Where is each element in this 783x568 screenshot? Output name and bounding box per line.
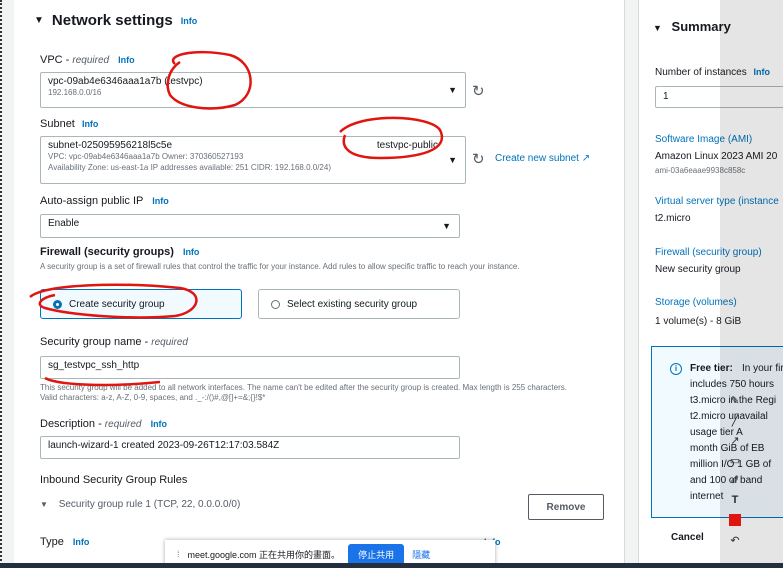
create-sg-label: Create security group [69,298,165,310]
info-icon: i [670,363,682,375]
refresh-icon[interactable]: ↻ [472,150,485,168]
info-link[interactable]: Info [183,247,200,257]
line-icon[interactable]: ╱ [727,412,743,428]
network-settings-panel: ▼ Network settings Info VPC - required I… [14,0,625,568]
vpc-label: VPC - required Info [40,54,135,66]
select-existing-security-group-option[interactable]: Select existing security group [258,289,460,319]
select-sg-label: Select existing security group [287,298,418,310]
instance-type-value: t2.micro [655,213,691,224]
type-label: Type Info [40,536,90,548]
description-input[interactable]: launch-wizard-1 created 2023-09-26T12:17… [40,436,460,459]
remove-button[interactable]: Remove [528,494,604,520]
radio-selected-icon [53,299,62,309]
sg-name-description: This security group will be added to all… [40,383,567,402]
vpc-value: vpc-09ab4e6346aaa1a7b (testvpc) [48,76,203,87]
description-label: Description - required Info [40,418,168,430]
pen-icon[interactable]: ✎ [727,392,743,408]
stop-sharing-button[interactable]: 停止共用 [348,543,405,565]
subnet-label: Subnet Info [40,118,99,130]
free-tier-line: internet [690,491,724,502]
section-header[interactable]: ▼ Network settings Info [34,12,197,29]
subnet-select[interactable]: subnet-025095956218l5c5e testvpc-public … [40,136,466,184]
taskbar-strip [0,563,783,568]
caret-down-icon: ▼ [653,23,662,33]
dotted-border [0,0,4,568]
dropdown-arrow-icon: ▼ [448,85,457,95]
highlighter-icon[interactable]: ✐ [727,472,743,488]
vpc-select[interactable]: vpc-09ab4e6346aaa1a7b (testvpc) 192.168.… [40,72,466,108]
external-link-icon: ↗ [581,153,591,164]
cancel-button[interactable]: Cancel [671,532,704,543]
info-link[interactable]: Info [73,537,90,547]
text-icon[interactable]: T [727,492,743,508]
auto-ip-select[interactable]: Enable ▼ [40,214,460,238]
arrow-icon[interactable]: ↗ [727,432,743,448]
subnet-value: subnet-025095956218l5c5e [48,140,172,151]
sg-name-value: sg_testvpc_ssh_http [48,360,140,371]
auto-ip-label: Auto-assign public IP Info [40,195,169,207]
firewall-description: A security group is a set of firewall ru… [40,262,520,271]
share-bar-text: meet.google.com 正在共用你的畫面。 [187,549,341,560]
info-link[interactable]: Info [118,55,135,65]
drag-handle-icon[interactable]: ⁞ [177,549,180,559]
subnet-detail-2: Availability Zone: us-east-1a IP address… [48,163,331,172]
color-swatch-icon[interactable] [727,512,743,528]
section-title: Network settings [51,12,173,29]
info-link[interactable]: Info [181,16,198,26]
sg-name-input[interactable]: sg_testvpc_ssh_http [40,356,460,379]
description-value: launch-wizard-1 created 2023-09-26T12:17… [48,440,280,451]
radio-unselected-icon [271,299,280,309]
refresh-icon[interactable]: ↻ [472,82,485,100]
firewall-label: Firewall (security groups) Info [40,246,200,258]
subnet-detail-1: VPC: vpc-09ab4e6346aaa1a7b Owner: 370360… [48,152,244,161]
info-link[interactable]: Info [152,196,169,206]
create-new-subnet-link[interactable]: Create new subnet ↗ [495,153,590,164]
caret-down-icon: ▼ [40,500,48,509]
auto-ip-value: Enable [48,218,80,229]
inbound-rules-label: Inbound Security Group Rules [40,474,188,486]
rectangle-icon[interactable]: ▭ [727,452,743,468]
info-link[interactable]: Info [82,119,99,129]
sg-name-label: Security group name - required [40,336,188,348]
vpc-cidr: 192.168.0.0/16 [48,88,102,97]
caret-down-icon[interactable]: ▼ [34,15,44,26]
dropdown-arrow-icon: ▼ [442,221,451,231]
hide-button[interactable]: 隱藏 [412,548,430,561]
dropdown-arrow-icon: ▼ [448,155,457,165]
rule-1-header[interactable]: ▼ Security group rule 1 (TCP, 22, 0.0.0.… [40,499,240,510]
create-security-group-option[interactable]: Create security group [40,289,242,319]
undo-icon[interactable]: ↶ [727,532,743,548]
info-link[interactable]: Info [151,419,168,429]
annotation-toolbar: ✎ ╱ ↗ ▭ ✐ T ↶ [724,392,746,564]
subnet-name: testvpc-public [376,140,438,151]
